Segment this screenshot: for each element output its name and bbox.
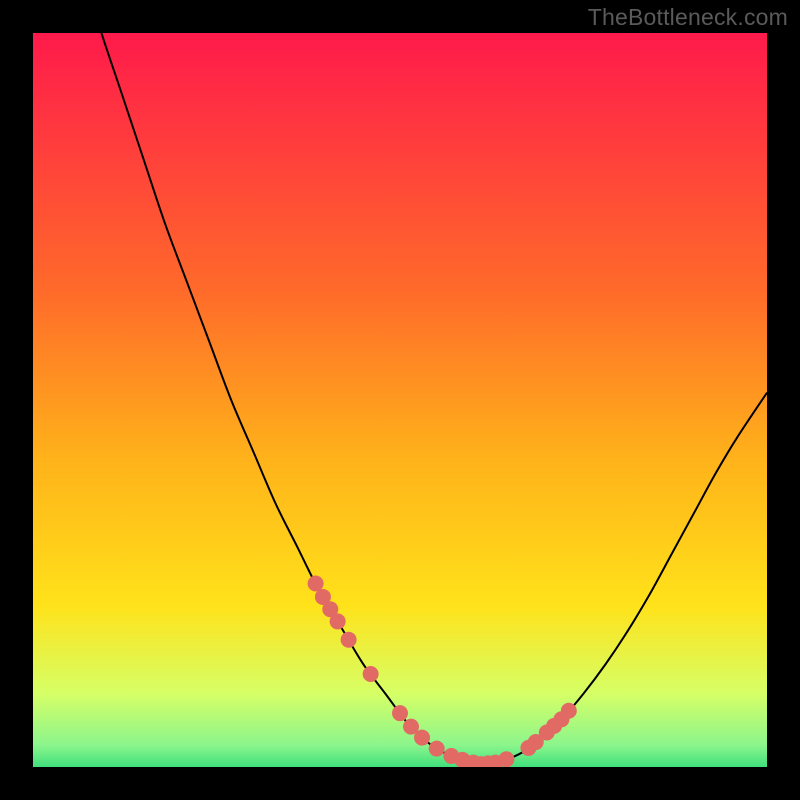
- highlight-dot: [498, 751, 514, 767]
- highlight-dot: [561, 703, 577, 719]
- highlight-dot: [392, 705, 408, 721]
- plot-area: [33, 33, 767, 767]
- highlight-dot: [330, 613, 346, 629]
- chart-frame: TheBottleneck.com: [0, 0, 800, 800]
- highlight-dot: [363, 666, 379, 682]
- watermark-text: TheBottleneck.com: [588, 4, 788, 31]
- highlight-dot: [308, 576, 324, 592]
- gradient-background: [33, 33, 767, 767]
- highlight-dot: [341, 632, 357, 648]
- plot-svg: [33, 33, 767, 767]
- highlight-dot: [429, 741, 445, 757]
- highlight-dot: [414, 730, 430, 746]
